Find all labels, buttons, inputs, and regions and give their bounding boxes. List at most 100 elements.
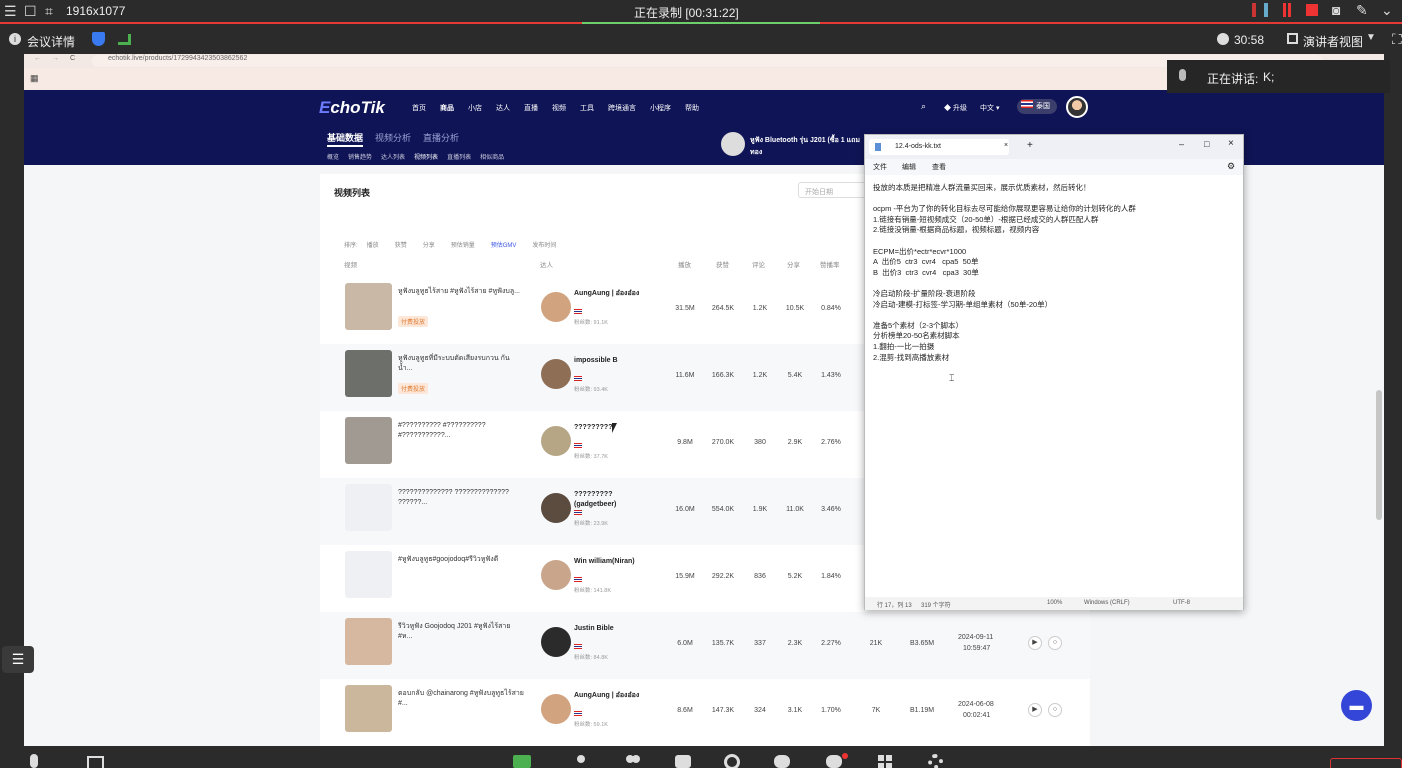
sort-option-0[interactable]: 播放 xyxy=(367,243,379,249)
creator-avatar[interactable] xyxy=(541,560,571,590)
info-icon[interactable]: i xyxy=(9,33,21,45)
table-row[interactable]: รีวิวหูฟัง Goojodoq J201 #หูฟังไร้สาย #ห… xyxy=(320,612,1090,679)
settings-icon[interactable] xyxy=(928,754,943,768)
camera-off-icon[interactable] xyxy=(87,756,104,768)
share-screen-icon[interactable] xyxy=(513,755,531,768)
chat-icon[interactable] xyxy=(675,755,691,768)
video-title[interactable]: #?????????? #?????????? #???????????... xyxy=(398,421,524,441)
header-comments[interactable]: 评论 xyxy=(752,259,765,269)
video-thumbnail[interactable] xyxy=(345,417,392,464)
nav-item-4[interactable]: 直播 xyxy=(524,105,538,112)
creator-avatar[interactable] xyxy=(541,292,571,322)
notepad-tab[interactable]: 12.4-ods-kk.txt × xyxy=(869,139,1009,155)
language-select[interactable]: 中文 ▾ xyxy=(980,103,999,113)
apps-icon[interactable]: ▦ xyxy=(30,73,39,84)
nav-item-8[interactable]: 小程序 xyxy=(650,105,671,112)
sort-option-2[interactable]: 分享 xyxy=(423,243,435,249)
video-thumbnail[interactable] xyxy=(345,685,392,732)
video-thumbnail[interactable] xyxy=(345,350,392,397)
expand-icon[interactable]: ⛶ xyxy=(1392,32,1402,46)
reload-icon[interactable]: C xyxy=(70,55,75,62)
user-avatar[interactable] xyxy=(1066,96,1088,118)
ai-assistant-icon[interactable] xyxy=(826,755,842,768)
notepad-text-area[interactable]: 投放的本质是把精准人群流量买回来，展示优质素材，然后转化！ ocpm -平台为了你… xyxy=(873,183,1235,363)
pause-icon[interactable] xyxy=(1252,3,1256,17)
upgrade-button[interactable]: ◆ 升级 xyxy=(944,103,967,113)
minimize-icon[interactable]: – xyxy=(1179,139,1184,149)
play-icon[interactable]: ▶ xyxy=(1028,636,1042,650)
list-icon[interactable]: ☰ xyxy=(2,646,34,673)
echotik-logo[interactable]: EchoTik xyxy=(319,98,385,118)
apps-grid-icon[interactable] xyxy=(878,755,884,761)
nav-item-3[interactable]: 达人 xyxy=(496,105,510,112)
record-icon[interactable] xyxy=(724,754,740,768)
meeting-info-label[interactable]: 会议详情 xyxy=(27,33,75,50)
table-row[interactable]: ตอบกลับ @chainarong #หูฟังบลูทูธไร้สาย #… xyxy=(320,679,1090,746)
presenter-view-button[interactable]: 演讲者视图 xyxy=(1303,33,1363,50)
creator-name[interactable]: ????????? (gadgetbeer) xyxy=(574,490,654,510)
subtab-0[interactable]: 基础数据 xyxy=(327,133,364,147)
crop-icon[interactable]: ⌗ xyxy=(45,4,53,18)
subnav-item-3[interactable]: 视频列表 xyxy=(414,155,438,161)
record-icon[interactable]: ○ xyxy=(1048,703,1062,717)
creator-name[interactable]: Justin Bible xyxy=(574,624,654,634)
header-shares[interactable]: 分享 xyxy=(787,259,800,269)
menu-file[interactable]: 文件 xyxy=(873,162,887,172)
record-icon[interactable]: ○ xyxy=(1048,636,1062,650)
back-icon[interactable]: ← xyxy=(34,55,41,62)
menu-edit[interactable]: 编辑 xyxy=(902,162,916,172)
video-title[interactable]: #หูฟังบลูทูธ#goojodoq#รีวิวหูฟังดี xyxy=(398,555,524,565)
creator-avatar[interactable] xyxy=(541,493,571,523)
header-rate[interactable]: 赞播率 xyxy=(820,259,840,269)
page-scrollbar[interactable] xyxy=(1376,390,1382,520)
menu-icon[interactable]: ☰ xyxy=(4,4,17,18)
creator-name[interactable]: Win william(Niran) xyxy=(574,557,654,567)
window-icon[interactable]: ☐ xyxy=(24,4,37,18)
start-date-input[interactable]: 开始日期 xyxy=(798,182,868,198)
pause-recording-icon[interactable] xyxy=(1283,3,1286,17)
video-thumbnail[interactable] xyxy=(345,484,392,531)
forward-icon[interactable]: → xyxy=(52,55,59,62)
subtab-2[interactable]: 直播分析 xyxy=(423,133,459,143)
sort-option-4[interactable]: 预估GMV xyxy=(491,243,517,249)
nav-item-9[interactable]: 帮助 xyxy=(685,105,699,112)
creator-name[interactable]: AungAung | อ๋องอ๋อง xyxy=(574,289,654,299)
video-title[interactable]: ?????????????? ?????????????? ??????... xyxy=(398,488,524,508)
subnav-item-4[interactable]: 直播列表 xyxy=(447,155,471,161)
video-thumbnail[interactable] xyxy=(345,618,392,665)
stop-recording-icon[interactable] xyxy=(1306,4,1318,16)
participants-icon[interactable] xyxy=(626,755,634,763)
video-thumbnail[interactable] xyxy=(345,551,392,598)
creator-avatar[interactable] xyxy=(541,426,571,456)
video-title[interactable]: หูฟังบลูทูธที่มีระบบตัดเสียงรบกวน กันน้ำ… xyxy=(398,354,524,374)
nav-item-6[interactable]: 工具 xyxy=(580,105,594,112)
play-icon[interactable]: ▶ xyxy=(1028,703,1042,717)
creator-avatar[interactable] xyxy=(541,627,571,657)
country-select[interactable]: 泰国 xyxy=(1017,99,1057,114)
pen-icon[interactable]: ✎ xyxy=(1356,3,1368,17)
nav-item-5[interactable]: 视频 xyxy=(552,105,566,112)
microphone-icon[interactable] xyxy=(30,754,38,768)
creator-name[interactable]: AungAung | อ๋องอ๋อง xyxy=(574,691,654,701)
camera-icon[interactable]: ◙ xyxy=(1332,3,1340,17)
subnav-item-0[interactable]: 概览 xyxy=(327,155,339,161)
creator-avatar[interactable] xyxy=(541,694,571,724)
settings-gear-icon[interactable]: ⚙ xyxy=(1227,161,1235,172)
video-title[interactable]: ตอบกลับ @chainarong #หูฟังบลูทูธไร้สาย #… xyxy=(398,689,524,709)
subnav-item-5[interactable]: 相似商品 xyxy=(480,155,504,161)
sort-option-1[interactable]: 获赞 xyxy=(395,243,407,249)
subnav-item-1[interactable]: 销售趋势 xyxy=(348,155,372,161)
chevron-down-icon[interactable]: ⌄ xyxy=(1381,3,1393,17)
subnav-item-2[interactable]: 达人列表 xyxy=(381,155,405,161)
nav-item-7[interactable]: 跨境通言 xyxy=(608,105,636,112)
chat-support-icon[interactable]: ▬ xyxy=(1341,690,1372,721)
sort-option-5[interactable]: 发布时间 xyxy=(532,243,556,249)
creator-name[interactable]: impossible B xyxy=(574,356,654,366)
close-tab-icon[interactable]: × xyxy=(1004,142,1008,149)
nav-item-2[interactable]: 小店 xyxy=(468,105,482,112)
header-views[interactable]: 播放 xyxy=(678,259,691,269)
url-input[interactable]: echotik.live/products/172994342350386256… xyxy=(92,55,1322,67)
creator-avatar[interactable] xyxy=(541,359,571,389)
video-thumbnail[interactable] xyxy=(345,283,392,330)
nav-item-1[interactable]: 商品 xyxy=(440,105,454,112)
